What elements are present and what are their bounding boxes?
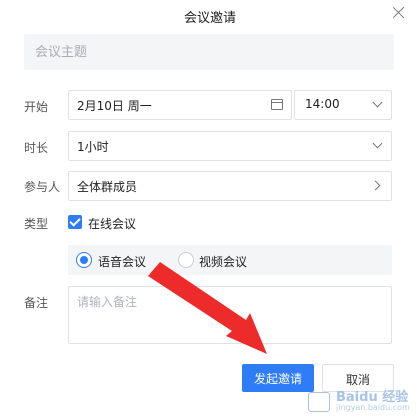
online-meeting-label: 在线会议	[88, 217, 137, 231]
watermark-logo-icon	[308, 392, 330, 412]
chevron-right-icon	[370, 180, 381, 191]
close-icon[interactable]	[390, 4, 408, 22]
dialog-title: 会议邀请	[183, 11, 236, 26]
start-time-select[interactable]: 14:00	[294, 90, 392, 120]
voice-meeting-radio[interactable]	[76, 252, 92, 268]
participants-label: 参与人	[24, 180, 61, 194]
participants-value: 全体群成员	[77, 180, 138, 194]
video-meeting-radio[interactable]	[178, 252, 194, 268]
voice-meeting-label: 语音会议	[98, 255, 147, 269]
duration-select[interactable]: 1小时	[68, 131, 392, 161]
calendar-icon	[271, 99, 283, 110]
duration-value: 1小时	[77, 140, 109, 154]
chevron-down-icon	[372, 97, 383, 108]
start-label: 开始	[24, 100, 49, 114]
start-time-value: 14:00	[305, 97, 340, 111]
video-meeting-label: 视频会议	[199, 255, 248, 269]
meeting-invite-dialog: 会议邀请 开始 2月10日 周一 14:00 时长 1小时 参与人 全体群成员 …	[0, 0, 420, 420]
participants-picker[interactable]: 全体群成员	[68, 171, 392, 201]
note-textarea[interactable]	[68, 286, 392, 344]
baidu-watermark: Baidu 经验 jingyan.baidu.com	[300, 386, 416, 416]
note-label: 备注	[24, 296, 49, 310]
chevron-down-icon	[372, 138, 383, 149]
dialog-titlebar: 会议邀请	[0, 0, 420, 32]
meeting-subject-input[interactable]	[24, 34, 394, 70]
meeting-type-radio-group: 语音会议 视频会议	[68, 245, 392, 275]
start-date-value: 2月10日 周一	[77, 99, 152, 113]
start-date-picker[interactable]: 2月10日 周一	[68, 90, 292, 120]
type-label: 类型	[24, 217, 49, 231]
online-meeting-checkbox[interactable]	[68, 215, 82, 229]
duration-label: 时长	[24, 141, 49, 155]
watermark-line2: jingyan.baidu.com	[336, 403, 410, 412]
